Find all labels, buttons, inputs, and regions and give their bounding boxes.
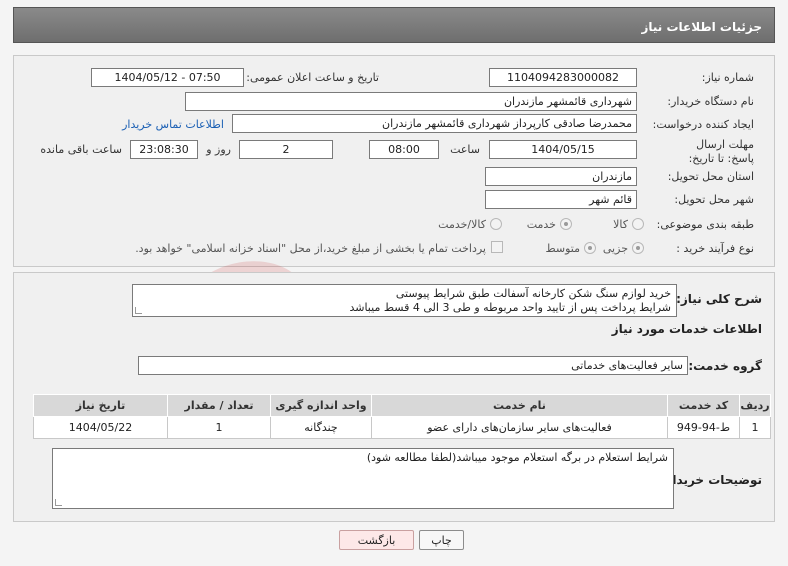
requester-field[interactable]: محمدرضا صادقی کارپرداز شهرداری قائمشهر م… xyxy=(232,114,637,133)
deadline-time-label: ساعت xyxy=(450,143,480,156)
table-row[interactable]: 1 ط-94-949 فعالیت‌های سایر سازمان‌های دا… xyxy=(33,416,771,439)
page-header: جزئیات اطلاعات نیاز xyxy=(13,7,775,43)
buyer-org-label: نام دستگاه خریدار: xyxy=(667,95,754,108)
announce-datetime-label: تاریخ و ساعت اعلان عمومی: xyxy=(246,71,379,84)
col-quantity: تعداد / مقدار xyxy=(167,394,271,417)
category-radio-goods-service[interactable] xyxy=(490,218,502,230)
process-option-medium: متوسط xyxy=(545,242,580,255)
cell-unit: چندگانه xyxy=(270,416,372,439)
col-service-code: کد خدمت xyxy=(667,394,740,417)
remaining-time-label: ساعت باقی مانده xyxy=(40,143,122,156)
summary-label: شرح کلی نیاز: xyxy=(676,292,762,306)
deadline-time-field[interactable]: 08:00 xyxy=(369,140,439,159)
buyer-notes-text: شرایط استعلام در برگه استعلام موجود میبا… xyxy=(366,451,668,464)
deadline-date-field[interactable]: 1404/05/15 xyxy=(489,140,637,159)
process-radio-minor[interactable] xyxy=(632,242,644,254)
service-group-label: گروه خدمت: xyxy=(688,359,762,373)
category-label: طبقه بندی موضوعی: xyxy=(656,218,754,231)
col-row-number: ردیف xyxy=(739,394,771,417)
summary-textarea[interactable]: خرید لوازم سنگ شکن کارخانه آسفالت طبق شر… xyxy=(132,284,677,317)
services-table: ردیف کد خدمت نام خدمت واحد اندازه گیری ت… xyxy=(33,394,771,439)
cell-service-name: فعالیت‌های سایر سازمان‌های دارای عضو xyxy=(371,416,668,439)
col-need-date: تاریخ نیاز xyxy=(33,394,168,417)
requester-label: ایجاد کننده درخواست: xyxy=(652,118,754,131)
resize-handle-icon[interactable] xyxy=(135,307,142,314)
buyer-org-field[interactable]: شهرداری قائمشهر مازندران xyxy=(185,92,637,111)
process-option-minor: جزیی xyxy=(602,242,628,255)
cell-service-code: ط-94-949 xyxy=(667,416,740,439)
delivery-province-field[interactable]: مازندران xyxy=(485,167,637,186)
need-number-field[interactable]: 1104094283000082 xyxy=(489,68,637,87)
print-button[interactable]: چاپ xyxy=(419,530,464,550)
summary-line-1: خرید لوازم سنگ شکن کارخانه آسفالت طبق شر… xyxy=(395,287,671,300)
treasury-payment-note: پرداخت تمام یا بخشی از مبلغ خرید،از محل … xyxy=(135,242,486,255)
page: جزئیات اطلاعات نیاز شماره نیاز: 11040942… xyxy=(0,0,788,566)
delivery-city-label: شهر محل تحویل: xyxy=(674,193,754,206)
process-type-label: نوع فرآیند خرید : xyxy=(676,242,754,255)
col-unit: واحد اندازه گیری xyxy=(270,394,372,417)
treasury-checkbox[interactable] xyxy=(491,241,503,253)
col-service-name: نام خدمت xyxy=(371,394,668,417)
page-title: جزئیات اطلاعات نیاز xyxy=(641,20,762,34)
category-option-service: خدمت xyxy=(526,218,556,231)
need-info-panel: شماره نیاز: 1104094283000082 تاریخ و ساع… xyxy=(13,55,775,267)
need-details-panel: شرح کلی نیاز: خرید لوازم سنگ شکن کارخانه… xyxy=(13,272,775,522)
days-label: روز و xyxy=(206,143,231,156)
category-option-goods-service: کالا/خدمت xyxy=(438,218,486,231)
resize-handle-icon[interactable] xyxy=(55,499,62,506)
category-radio-goods[interactable] xyxy=(632,218,644,230)
service-group-field[interactable]: سایر فعالیت‌های خدماتی xyxy=(138,356,688,375)
delivery-province-label: استان محل تحویل: xyxy=(667,170,754,183)
process-radio-medium[interactable] xyxy=(584,242,596,254)
need-number-label: شماره نیاز: xyxy=(701,71,754,84)
cell-need-date: 1404/05/22 xyxy=(33,416,168,439)
table-header-row: ردیف کد خدمت نام خدمت واحد اندازه گیری ت… xyxy=(33,394,771,417)
remaining-days-field[interactable]: 2 xyxy=(239,140,333,159)
announce-datetime-field[interactable]: 1404/05/12 - 07:50 xyxy=(91,68,244,87)
services-heading: اطلاعات خدمات مورد نیاز xyxy=(611,322,762,336)
category-option-goods: کالا xyxy=(613,218,628,231)
deadline-label: مهلت ارسال پاسخ: تا تاریخ: xyxy=(688,138,754,165)
delivery-city-field[interactable]: قائم شهر xyxy=(485,190,637,209)
cell-row-number: 1 xyxy=(739,416,771,439)
category-radio-service[interactable] xyxy=(560,218,572,230)
buyer-notes-textarea[interactable]: شرایط استعلام در برگه استعلام موجود میبا… xyxy=(52,448,674,509)
buyer-contact-link[interactable]: اطلاعات تماس خریدار xyxy=(122,118,224,131)
buyer-notes-label: توضیحات خریدار: xyxy=(660,473,762,487)
cell-quantity: 1 xyxy=(167,416,271,439)
summary-line-2: شرایط پرداخت پس از تایید واحد مربوطه و ط… xyxy=(349,301,671,314)
back-button[interactable]: بازگشت xyxy=(339,530,414,550)
remaining-time-field[interactable]: 23:08:30 xyxy=(130,140,198,159)
